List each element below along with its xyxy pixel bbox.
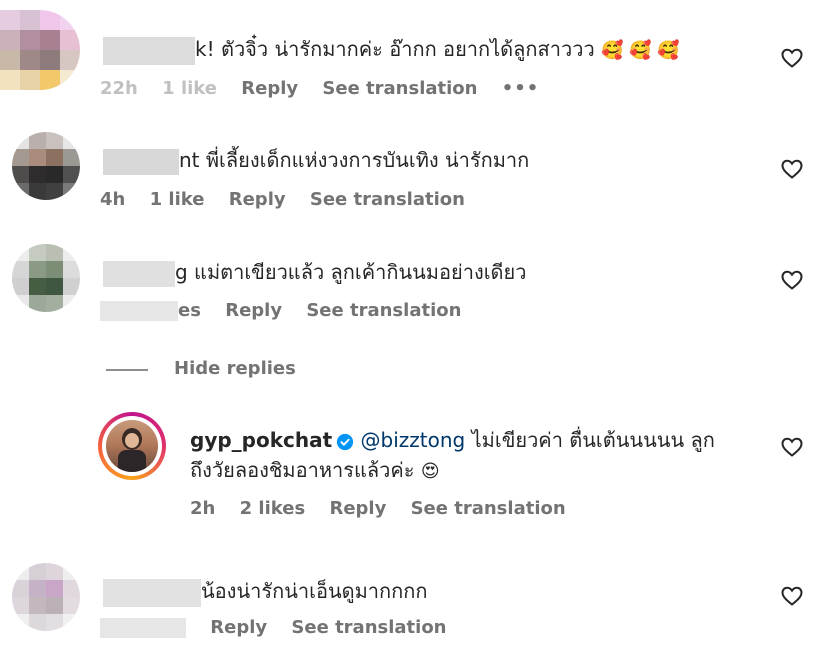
like-heart-icon[interactable]: [780, 435, 804, 459]
comment-text: k! ตัวจิ๋ว น่ารักมากค่ะ อ๊ากก อยากได้ลูก…: [195, 37, 595, 61]
comment-time-blurred: [100, 301, 178, 321]
commenter-avatar[interactable]: [0, 10, 80, 90]
comment-body: k! ตัวจิ๋ว น่ารักมากค่ะ อ๊ากก อยากได้ลูก…: [103, 33, 680, 65]
comment-time[interactable]: 22h: [100, 78, 138, 99]
user-profile-photo: [106, 420, 158, 472]
comment-time[interactable]: 2h: [190, 498, 215, 519]
username-blurred[interactable]: [103, 578, 201, 607]
reply-button[interactable]: Reply: [329, 498, 386, 519]
see-translation-link[interactable]: See translation: [411, 498, 566, 519]
comment-text: น้องน่ารักน่าเอ็นดูมากกกก: [201, 579, 428, 603]
heart-eyes-emoji: 😍: [420, 461, 440, 482]
comment-likes[interactable]: 1 like: [150, 189, 205, 210]
comment-time-blurred: [100, 618, 186, 638]
like-heart-icon[interactable]: [780, 268, 804, 292]
reply-button[interactable]: Reply: [241, 78, 298, 99]
reply-text-line1: ไม่เขียวค่า ตื่นเต้นนนนน ลูก: [471, 428, 715, 452]
comment-likes[interactable]: 2 likes: [240, 498, 306, 519]
reply-body-line1: gyp_pokchat @bizztong ไม่เขียวค่า ตื่นเต…: [190, 424, 715, 456]
comment-meta: Reply See translation: [100, 617, 465, 638]
comment-body: น้องน่ารักน่าเอ็นดูมากกกก: [103, 575, 427, 607]
like-heart-icon[interactable]: [780, 46, 804, 70]
replies-divider-line: [106, 369, 148, 371]
more-options-icon[interactable]: •••: [502, 78, 540, 99]
hide-replies-button[interactable]: Hide replies: [174, 358, 296, 379]
comment-body: nt พี่เลี้ยงเด็กแห่งวงการบันเทิง น่ารักม…: [103, 144, 529, 176]
reply-button[interactable]: Reply: [225, 300, 282, 321]
comment-likes[interactable]: es: [178, 300, 201, 321]
reply-username[interactable]: gyp_pokchat: [190, 428, 332, 452]
like-heart-icon[interactable]: [780, 584, 804, 608]
commenter-avatar[interactable]: [12, 132, 80, 200]
reply-text-line2: ถึงวัยลองชิมอาหารแล้วค่ะ: [190, 458, 415, 482]
commenter-avatar[interactable]: [12, 563, 80, 631]
comment-body: g แม่ตาเขียวแล้ว ลูกเค้ากินนมอย่างเดียว: [103, 256, 526, 288]
emoji-hug: 🥰 🥰 🥰: [601, 40, 680, 61]
like-heart-icon[interactable]: [780, 157, 804, 181]
see-translation-link[interactable]: See translation: [322, 78, 477, 99]
comment-likes[interactable]: 1 like: [162, 78, 217, 99]
reply-meta: 2h 2 likes Reply See translation: [190, 498, 584, 519]
reply-body-line2: ถึงวัยลองชิมอาหารแล้วค่ะ 😍: [190, 454, 440, 486]
reply-button[interactable]: Reply: [210, 617, 267, 638]
see-translation-link[interactable]: See translation: [310, 189, 465, 210]
comment-meta: es Reply See translation: [100, 300, 479, 321]
comment-time[interactable]: 4h: [100, 189, 125, 210]
username-blurred[interactable]: [103, 148, 179, 175]
commenter-avatar[interactable]: [12, 244, 80, 312]
username-blurred[interactable]: [103, 260, 175, 287]
comment-text: nt พี่เลี้ยงเด็กแห่งวงการบันเทิง น่ารักม…: [179, 148, 530, 172]
comment-text: g แม่ตาเขียวแล้ว ลูกเค้ากินนมอย่างเดียว: [175, 260, 527, 284]
mention-link[interactable]: @bizztong: [361, 428, 466, 452]
username-blurred[interactable]: [103, 36, 195, 65]
see-translation-link[interactable]: See translation: [306, 300, 461, 321]
comment-meta: 22h 1 like Reply See translation •••: [100, 78, 557, 99]
verified-badge-icon: [337, 433, 354, 450]
comment-meta: 4h 1 like Reply See translation: [100, 189, 483, 210]
see-translation-link[interactable]: See translation: [291, 617, 446, 638]
reply-button[interactable]: Reply: [229, 189, 286, 210]
story-ring-avatar[interactable]: [98, 412, 166, 480]
